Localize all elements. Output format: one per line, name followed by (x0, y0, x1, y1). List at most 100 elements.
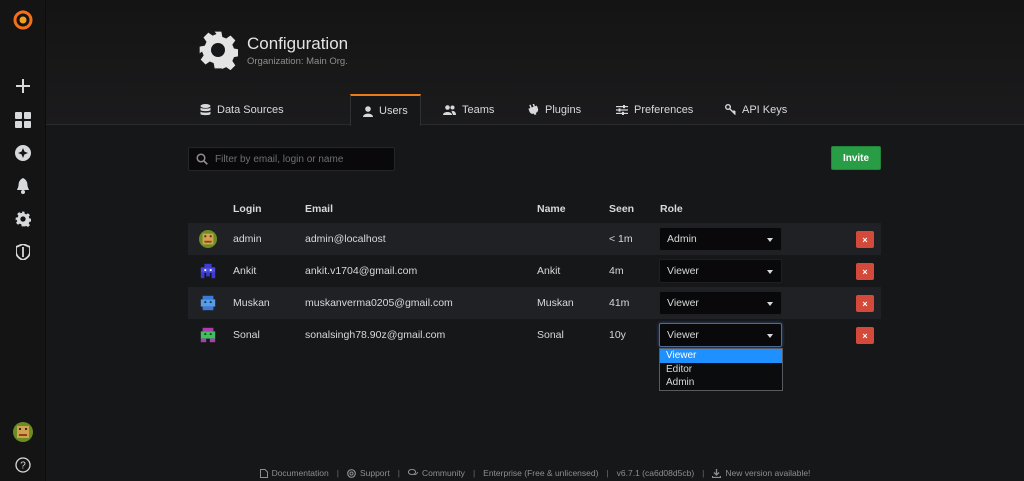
key-icon (725, 104, 736, 115)
search-input[interactable] (215, 153, 385, 165)
role-dropdown-menu: Viewer Editor Admin (659, 348, 783, 391)
role-value: Admin (667, 233, 697, 245)
role-select[interactable]: Viewer (659, 323, 782, 347)
gear-icon (199, 31, 238, 70)
footer-community-link[interactable]: Community (407, 468, 465, 478)
role-value: Viewer (667, 329, 699, 341)
cell-name[interactable]: Ankit (537, 255, 560, 287)
users-icon (443, 104, 456, 115)
footer-separator: | (397, 468, 400, 478)
create-plus-icon[interactable] (0, 72, 46, 100)
footer-support-label: Support (359, 468, 390, 478)
search-icon (196, 153, 208, 165)
cell-email[interactable]: ankit.v1704@gmail.com (305, 255, 417, 287)
column-header-login: Login (233, 203, 262, 215)
database-icon (200, 103, 211, 115)
footer-separator: | (702, 468, 705, 478)
footer-separator: | (606, 468, 609, 478)
footer-separator: | (472, 468, 476, 478)
cell-email[interactable]: muskanverma0205@gmail.com (305, 287, 453, 319)
footer-update-label: New version available! (725, 468, 811, 478)
sliders-icon (616, 104, 628, 115)
role-select[interactable]: Admin (659, 227, 782, 251)
cell-login[interactable]: Muskan (233, 287, 270, 319)
role-select[interactable]: Viewer (659, 291, 782, 315)
cell-seen: < 1m (609, 233, 633, 245)
user-icon (363, 105, 373, 117)
help-question-icon[interactable]: ? (0, 451, 46, 479)
avatar (200, 263, 216, 279)
table-row: Muskan muskanverma0205@gmail.com Muskan … (188, 287, 881, 319)
role-value: Viewer (667, 265, 699, 277)
user-profile-avatar-icon[interactable] (0, 418, 46, 446)
footer-documentation-label: Documentation (271, 468, 329, 478)
column-header-role: Role (660, 203, 683, 215)
role-option-editor[interactable]: Editor (660, 363, 782, 377)
configuration-gear-icon[interactable] (0, 205, 46, 233)
footer: Documentation | Support | Community | En… (46, 467, 1024, 479)
lifebuoy-icon (347, 468, 356, 478)
download-icon (712, 468, 722, 478)
tab-preferences[interactable]: Preferences (604, 94, 705, 125)
avatar (200, 327, 216, 343)
avatar (199, 230, 217, 248)
footer-documentation-link[interactable]: Documentation (259, 468, 329, 478)
cell-seen: 4m (609, 265, 624, 277)
document-icon (259, 468, 268, 478)
tab-users[interactable]: Users (350, 94, 421, 126)
tab-label: Data Sources (217, 103, 284, 116)
delete-user-button[interactable]: × (856, 327, 874, 344)
tab-label: API Keys (742, 103, 788, 116)
tab-plugins[interactable]: Plugins (516, 94, 593, 125)
plug-icon (528, 104, 539, 115)
tab-api-keys[interactable]: API Keys (713, 94, 799, 125)
role-value: Viewer (667, 297, 699, 309)
cell-name[interactable]: Muskan (537, 287, 574, 319)
column-header-email: Email (305, 203, 334, 215)
cell-login[interactable]: admin (233, 223, 262, 255)
dashboards-grid-icon[interactable] (0, 106, 46, 134)
column-header-name: Name (537, 203, 566, 215)
table-row: Ankit ankit.v1704@gmail.com Ankit 4m Vie… (188, 255, 881, 287)
footer-separator: | (336, 468, 339, 478)
explore-compass-icon[interactable] (0, 139, 46, 167)
alerting-bell-icon[interactable] (0, 172, 46, 200)
footer-update-link[interactable]: New version available! (712, 468, 810, 478)
invite-button[interactable]: Invite (831, 146, 881, 170)
tab-label: Plugins (545, 103, 582, 116)
footer-support-link[interactable]: Support (347, 468, 390, 478)
column-header-seen: Seen (609, 203, 635, 215)
page-subtitle: Organization: Main Org. (247, 56, 348, 67)
footer-version: v6.7.1 (ca6d08d5cb) (616, 468, 695, 478)
delete-user-button[interactable]: × (856, 295, 874, 312)
tab-teams[interactable]: Teams (431, 94, 506, 125)
caret-down-icon (767, 270, 773, 274)
caret-down-icon (767, 302, 773, 306)
cell-login[interactable]: Ankit (233, 255, 256, 287)
tab-label: Preferences (634, 103, 694, 116)
cell-login[interactable]: Sonal (233, 319, 260, 351)
cell-email[interactable]: admin@localhost (305, 223, 386, 255)
footer-community-label: Community (421, 468, 465, 478)
grafana-logo-icon[interactable] (0, 6, 46, 34)
tab-data-sources[interactable]: Data Sources (188, 94, 296, 125)
role-option-viewer[interactable]: Viewer (660, 349, 782, 363)
cell-seen: 41m (609, 297, 630, 309)
role-option-admin[interactable]: Admin (660, 376, 782, 390)
comments-icon (407, 469, 418, 476)
side-menu: ? (0, 0, 46, 481)
avatar (200, 295, 216, 311)
cell-name[interactable]: Sonal (537, 319, 564, 351)
server-admin-shield-icon[interactable] (0, 238, 46, 266)
caret-down-icon (767, 334, 773, 338)
footer-edition[interactable]: Enterprise (Free & unlicensed) (483, 468, 598, 478)
delete-user-button[interactable]: × (856, 231, 874, 248)
page-title: Configuration (247, 34, 349, 53)
caret-down-icon (767, 238, 773, 242)
user-search-box (188, 147, 395, 171)
tab-label: Teams (462, 103, 495, 116)
delete-user-button[interactable]: × (856, 263, 874, 280)
table-row: Sonal sonalsingh78.90z@gmail.com Sonal 1… (188, 319, 881, 351)
role-select[interactable]: Viewer (659, 259, 782, 283)
cell-email[interactable]: sonalsingh78.90z@gmail.com (305, 319, 445, 351)
